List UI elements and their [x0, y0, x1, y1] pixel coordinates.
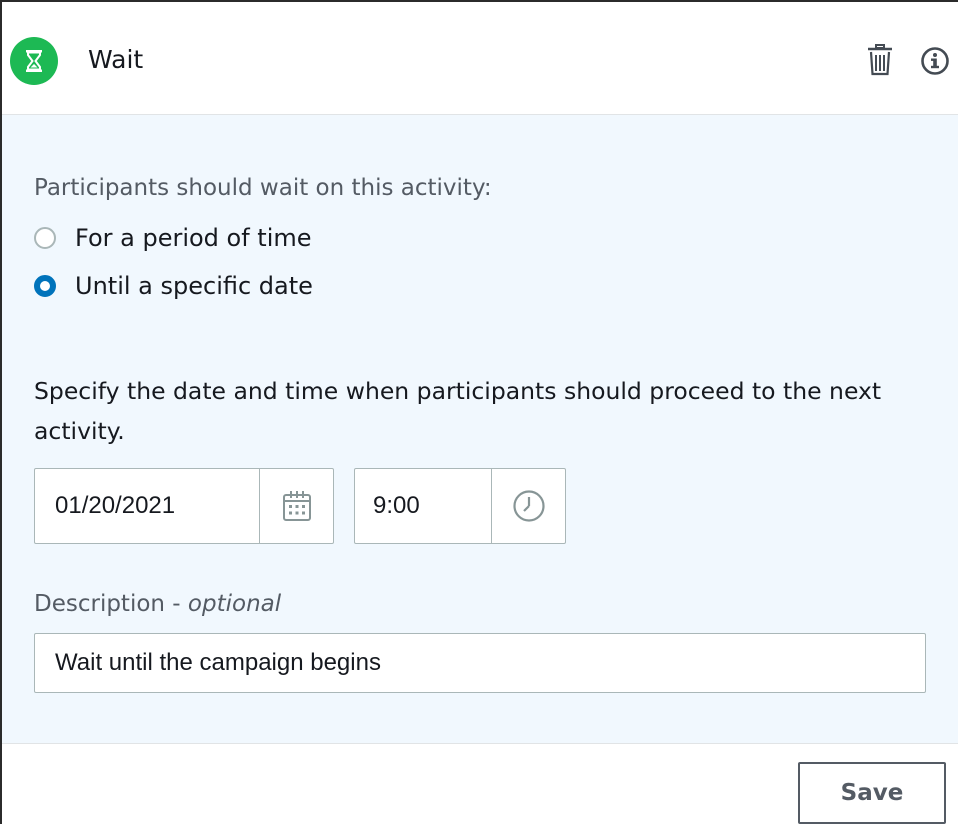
- radio-button-selected[interactable]: [34, 275, 56, 297]
- panel-header: Wait: [2, 2, 958, 115]
- optional-tag: optional: [187, 591, 282, 617]
- info-icon[interactable]: [920, 46, 950, 76]
- panel-footer: Save: [2, 744, 958, 826]
- calendar-button[interactable]: [259, 469, 334, 543]
- time-input[interactable]: [355, 469, 491, 543]
- description-label-text: Description -: [34, 591, 188, 617]
- date-input[interactable]: [35, 469, 259, 543]
- panel-body: Participants should wait on this activit…: [2, 115, 958, 744]
- time-picker: [354, 468, 566, 544]
- clock-icon: [513, 490, 545, 522]
- wait-mode-label: Participants should wait on this activit…: [34, 175, 492, 201]
- description-label: Description - optional: [34, 589, 281, 619]
- radio-period-of-time[interactable]: For a period of time: [34, 222, 312, 254]
- wait-activity-panel: Wait Participants should wait on this ac…: [0, 0, 958, 826]
- save-button[interactable]: Save: [798, 762, 946, 824]
- calendar-icon: [283, 491, 311, 521]
- clock-button[interactable]: [491, 469, 566, 543]
- radio-label: For a period of time: [75, 224, 312, 252]
- hourglass-icon: [10, 37, 58, 85]
- radio-label: Until a specific date: [75, 272, 313, 300]
- description-input[interactable]: [34, 633, 926, 693]
- date-picker: [34, 468, 334, 544]
- panel-title: Wait: [88, 45, 144, 74]
- radio-specific-date[interactable]: Until a specific date: [34, 270, 313, 302]
- radio-button-unselected[interactable]: [34, 227, 56, 249]
- trash-icon[interactable]: [866, 44, 894, 76]
- schedule-instruction: Specify the date and time when participa…: [34, 377, 882, 445]
